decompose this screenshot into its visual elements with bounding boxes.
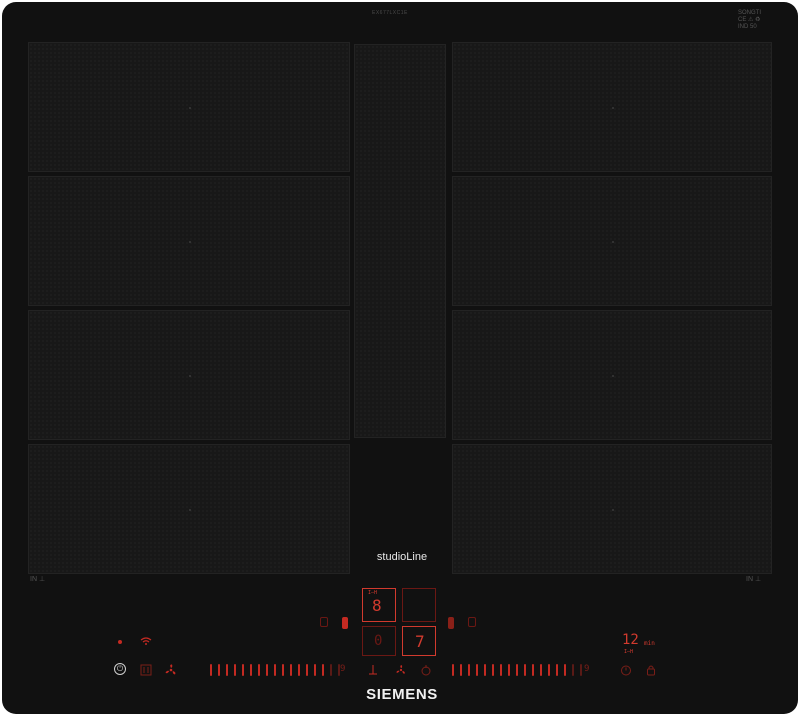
timer-value: 12 — [622, 632, 639, 648]
center-zone[interactable] — [354, 44, 446, 438]
left-zone-1[interactable] — [28, 42, 350, 172]
slider-segment[interactable] — [210, 664, 212, 676]
center-right-display[interactable]: 7 — [402, 626, 436, 656]
left-power-slider[interactable] — [210, 664, 340, 676]
slider-segment[interactable] — [226, 664, 228, 676]
zone-center-mark — [189, 241, 191, 243]
slider-segment[interactable] — [484, 664, 486, 676]
slider-segment[interactable] — [564, 664, 566, 676]
zone-center-mark — [612, 375, 614, 377]
zone-center-mark — [612, 509, 614, 511]
timer-icon[interactable] — [620, 664, 632, 676]
slider-segment[interactable] — [572, 664, 574, 676]
timer-unit: min — [644, 640, 655, 647]
home-connect-icon[interactable] — [140, 664, 152, 676]
slider-segment[interactable] — [322, 664, 324, 676]
lock-icon[interactable] — [646, 664, 656, 676]
zone-select-right-icon[interactable] — [468, 617, 476, 627]
slider-segment[interactable] — [580, 664, 582, 676]
cert-line-2: CE ⚠ ♻ — [738, 17, 761, 23]
right-heat-display-top[interactable] — [402, 588, 436, 622]
slider-segment[interactable] — [282, 664, 284, 676]
center-right-level: 7 — [415, 632, 425, 651]
right-zone-3[interactable] — [452, 310, 772, 440]
left-sub-display[interactable]: 0 — [362, 626, 396, 656]
left-corner-label: IN ⊥ — [30, 576, 46, 583]
slider-segment[interactable] — [298, 664, 300, 676]
slider-segment[interactable] — [258, 664, 260, 676]
left-zone-2[interactable] — [28, 176, 350, 306]
slider-segment[interactable] — [508, 664, 510, 676]
slider-segment[interactable] — [242, 664, 244, 676]
slider-segment[interactable] — [556, 664, 558, 676]
power-icon[interactable]: ⏻ — [114, 663, 126, 675]
slider-segment[interactable] — [330, 664, 332, 676]
series-label: studioLine — [376, 551, 428, 563]
serial-label: EX677LXC1E — [372, 10, 408, 16]
brand-logo: SIEMENS — [366, 686, 438, 703]
center-fan-icon[interactable] — [395, 664, 407, 676]
zone-center-mark — [612, 107, 614, 109]
zone-center-mark — [189, 375, 191, 377]
left-slider-max: 9 — [340, 664, 346, 674]
slider-segment[interactable] — [290, 664, 292, 676]
slider-segment[interactable] — [274, 664, 276, 676]
slider-segment[interactable] — [250, 664, 252, 676]
slider-segment[interactable] — [266, 664, 268, 676]
left-heat-display[interactable]: 8 — [362, 588, 396, 622]
zone-center-mark — [612, 241, 614, 243]
slider-segment[interactable] — [540, 664, 542, 676]
slider-segment[interactable] — [492, 664, 494, 676]
slider-segment[interactable] — [500, 664, 502, 676]
left-zone-3[interactable] — [28, 310, 350, 440]
slider-segment[interactable] — [218, 664, 220, 676]
zone-center-mark — [189, 509, 191, 511]
slider-segment[interactable] — [516, 664, 518, 676]
slider-segment[interactable] — [548, 664, 550, 676]
sensor-icon[interactable] — [420, 664, 432, 676]
right-zone-4[interactable] — [452, 444, 772, 574]
slider-segment[interactable] — [476, 664, 478, 676]
center-left-zone-icon[interactable] — [368, 664, 378, 676]
zone-select-left-icon[interactable] — [320, 617, 328, 627]
slider-segment[interactable] — [532, 664, 534, 676]
zone-select-left-active-icon[interactable] — [342, 617, 348, 629]
certification-marks: SONGTI CE ⚠ ♻ IND 50 — [738, 10, 761, 31]
status-led — [118, 640, 122, 644]
slider-segment[interactable] — [452, 664, 454, 676]
slider-segment[interactable] — [306, 664, 308, 676]
timer-sub-label: I–H — [624, 649, 634, 655]
zone-select-right-active-icon[interactable] — [448, 617, 454, 629]
right-corner-label: IN ⊥ — [746, 576, 762, 583]
left-zone-4[interactable] — [28, 444, 350, 574]
right-power-slider[interactable] — [452, 664, 582, 676]
right-zone-2[interactable] — [452, 176, 772, 306]
right-zone-1[interactable] — [452, 42, 772, 172]
zone-center-mark — [189, 107, 191, 109]
slider-segment[interactable] — [460, 664, 462, 676]
slider-segment[interactable] — [314, 664, 316, 676]
slider-segment[interactable] — [468, 664, 470, 676]
cert-line-1: SONGTI — [738, 10, 762, 16]
slider-segment[interactable] — [524, 664, 526, 676]
fan-icon[interactable] — [164, 663, 178, 677]
left-heat-level: 8 — [372, 596, 382, 615]
slider-segment[interactable] — [234, 664, 236, 676]
wifi-icon[interactable] — [140, 636, 152, 646]
left-sub-value: 0 — [374, 633, 383, 649]
cert-line-3: IND 50 — [738, 24, 757, 30]
right-slider-max: 9 — [584, 664, 590, 674]
